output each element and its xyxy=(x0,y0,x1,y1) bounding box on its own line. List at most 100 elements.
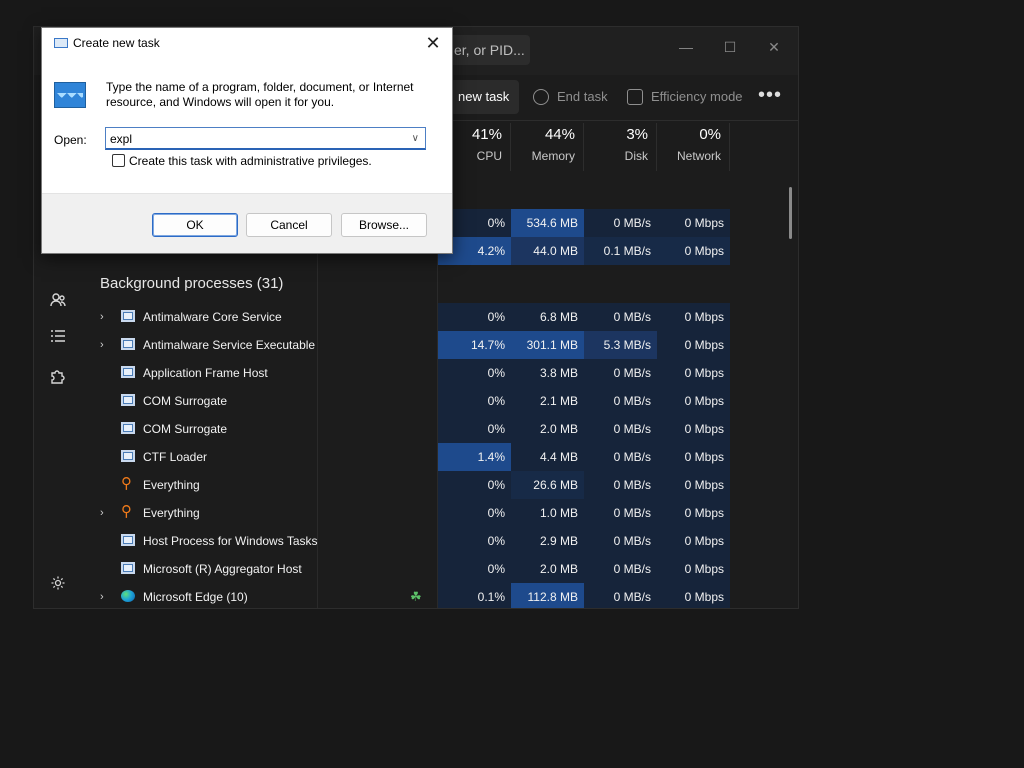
table-row[interactable]: COM Surrogate 0% 2.0 MB 0 MB/s 0 Mbps xyxy=(84,415,784,443)
network-cell: 0 Mbps xyxy=(657,443,730,471)
disk-cell: 0 MB/s xyxy=(584,303,657,331)
maximize-button[interactable]: ☐ xyxy=(708,32,752,62)
edge-icon xyxy=(121,590,135,602)
scrollbar[interactable] xyxy=(789,187,792,239)
disk-cell: 0 MB/s xyxy=(584,209,657,237)
window-icon xyxy=(121,534,135,546)
leaf-icon xyxy=(627,88,643,105)
table-row[interactable]: › Antimalware Service Executable 14.7% 301.… xyxy=(84,331,784,359)
chevron-right-icon[interactable]: › xyxy=(100,309,112,325)
network-label: Network xyxy=(676,149,721,163)
search-input[interactable]: er, or PID... xyxy=(444,35,530,65)
dialog-title-bar: Create new task ✕ xyxy=(42,28,452,58)
network-cell: 0 Mbps xyxy=(657,471,730,499)
table-row[interactable]: › Microsoft Edge (10) ☘ 0.1% 112.8 MB 0 MB/s 0… xyxy=(84,583,784,608)
window-icon xyxy=(121,562,135,574)
cancel-button[interactable]: Cancel xyxy=(246,213,332,237)
details-list-icon[interactable] xyxy=(48,327,68,347)
create-new-task-dialog: Create new task ✕ Type the name of a pro… xyxy=(41,27,453,254)
disk-cell: 0 MB/s xyxy=(584,415,657,443)
window-icon xyxy=(121,394,135,406)
memory-cell: 3.8 MB xyxy=(511,359,584,387)
disk-cell: 0 MB/s xyxy=(584,527,657,555)
run-new-task-button[interactable]: new task xyxy=(450,80,520,114)
memory-cell: 534.6 MB xyxy=(511,209,584,237)
chevron-down-icon[interactable]: ∨ xyxy=(412,131,419,147)
services-puzzle-icon[interactable] xyxy=(48,367,68,387)
memory-total: 44% xyxy=(544,126,575,143)
process-name: COM Surrogate xyxy=(143,422,228,436)
ok-button[interactable]: OK xyxy=(152,213,238,237)
cpu-cell: 0.1% xyxy=(438,583,511,608)
table-row[interactable]: Microsoft (R) Aggregator Host 0% 2.0 MB 0 M… xyxy=(84,555,784,583)
table-row[interactable]: Application Frame Host 0% 3.8 MB 0 MB/s 0 Mb… xyxy=(84,359,784,387)
process-name: Antimalware Service Executable xyxy=(143,338,316,352)
table-row[interactable]: Host Process for Windows Tasks 0% 2.9 MB 0 … xyxy=(84,527,784,555)
disk-cell: 0 MB/s xyxy=(584,359,657,387)
window-icon xyxy=(121,338,135,350)
cpu-cell: 0% xyxy=(438,415,511,443)
chevron-right-icon[interactable]: › xyxy=(100,505,112,521)
network-cell: 0 Mbps xyxy=(657,583,730,608)
network-cell: 0 Mbps xyxy=(657,527,730,555)
dialog-close-button[interactable]: ✕ xyxy=(422,32,444,54)
chevron-right-icon[interactable]: › xyxy=(100,589,112,605)
table-row[interactable]: COM Surrogate 0% 2.1 MB 0 MB/s 0 Mbps xyxy=(84,387,784,415)
users-icon[interactable] xyxy=(48,291,68,311)
column-header-network[interactable]: 0% Network xyxy=(657,123,730,171)
disk-cell: 0 MB/s xyxy=(584,583,657,608)
open-combobox[interactable]: ∨ xyxy=(105,127,426,150)
efficiency-mode-button[interactable]: Efficiency mode xyxy=(627,80,743,114)
disk-cell: 0 MB/s xyxy=(584,499,657,527)
window-icon xyxy=(121,310,135,322)
end-task-button[interactable]: End task xyxy=(533,80,608,114)
process-name: Everything xyxy=(143,506,200,520)
memory-cell: 26.6 MB xyxy=(511,471,584,499)
table-row[interactable]: › ⚲ Everything 0% 1.0 MB 0 MB/s 0 Mbps xyxy=(84,499,784,527)
cpu-cell: 0% xyxy=(438,555,511,583)
window-icon xyxy=(121,366,135,378)
disk-label: Disk xyxy=(624,149,648,163)
search-icon: ⚲ xyxy=(121,475,132,492)
memory-cell: 6.8 MB xyxy=(511,303,584,331)
process-name: Antimalware Core Service xyxy=(143,310,282,324)
disk-cell: 0 MB/s xyxy=(584,471,657,499)
settings-gear-icon[interactable] xyxy=(48,575,68,595)
disk-cell: 0 MB/s xyxy=(584,387,657,415)
more-options-button[interactable]: ••• xyxy=(758,80,782,110)
column-header-memory[interactable]: 44% Memory xyxy=(511,123,584,171)
network-cell: 0 Mbps xyxy=(657,237,730,265)
chevron-right-icon[interactable]: › xyxy=(100,337,112,353)
disk-total: 3% xyxy=(626,126,648,143)
process-name: Microsoft Edge (10) xyxy=(143,590,248,604)
cpu-cell: 1.4% xyxy=(438,443,511,471)
end-task-icon xyxy=(533,88,549,105)
minimize-button[interactable]: — xyxy=(664,32,708,62)
cpu-cell: 0% xyxy=(438,387,511,415)
cpu-cell: 0% xyxy=(438,303,511,331)
admin-privileges-checkbox[interactable]: Create this task with administrative pri… xyxy=(112,154,372,168)
browse-button[interactable]: Browse... xyxy=(341,213,427,237)
memory-cell: 112.8 MB xyxy=(511,583,584,608)
column-header-disk[interactable]: 3% Disk xyxy=(584,123,657,171)
memory-cell: 2.0 MB xyxy=(511,415,584,443)
open-input[interactable] xyxy=(110,129,400,148)
process-name: Everything xyxy=(143,478,200,492)
disk-cell: 0.1 MB/s xyxy=(584,237,657,265)
window-icon xyxy=(121,422,135,434)
table-row[interactable]: › Antimalware Core Service 0% 6.8 MB 0 MB/s 0… xyxy=(84,303,784,331)
end-task-label: End task xyxy=(557,89,608,104)
network-cell: 0 Mbps xyxy=(657,359,730,387)
memory-label: Memory xyxy=(531,149,575,163)
network-cell: 0 Mbps xyxy=(657,499,730,527)
table-row[interactable]: ⚲ Everything 0% 26.6 MB 0 MB/s 0 Mbps xyxy=(84,471,784,499)
table-row[interactable]: CTF Loader 1.4% 4.4 MB 0 MB/s 0 Mbps xyxy=(84,443,784,471)
dialog-description: Type the name of a program, folder, docu… xyxy=(106,80,414,109)
close-window-button[interactable]: ✕ xyxy=(752,32,796,62)
process-name: COM Surrogate xyxy=(143,394,228,408)
checkbox-box[interactable] xyxy=(112,154,125,167)
memory-cell: 44.0 MB xyxy=(511,237,584,265)
memory-cell: 2.9 MB xyxy=(511,527,584,555)
admin-checkbox-label: Create this task with administrative pri… xyxy=(129,154,372,168)
network-cell: 0 Mbps xyxy=(657,387,730,415)
